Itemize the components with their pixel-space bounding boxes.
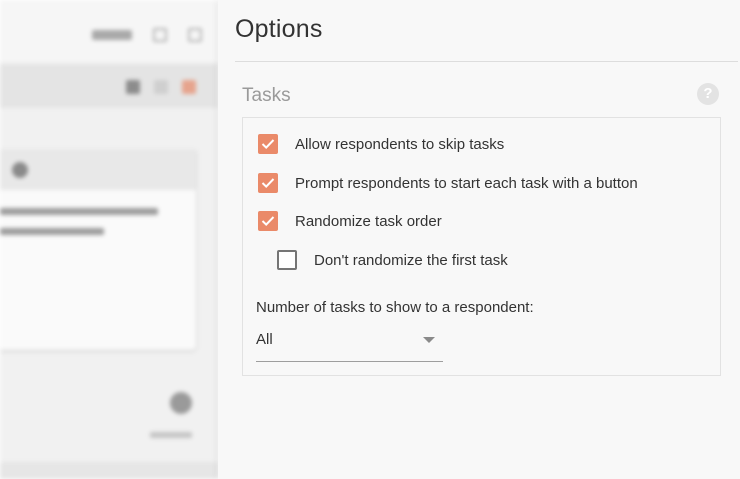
tasks-section-title: Tasks [242,85,291,106]
keep-first-task-option[interactable]: Don't randomize the first task [277,250,508,270]
randomize-order-checkbox[interactable] [258,211,278,231]
background-icon [153,28,167,42]
skip-tasks-label: Allow respondents to skip tasks [295,135,505,153]
background-round-button [170,392,192,414]
randomize-order-option[interactable]: Randomize task order [258,211,442,231]
task-count-select[interactable]: All [256,328,443,362]
background-text-line [0,208,158,215]
background-text-line [0,228,104,235]
checkmark-icon [261,178,275,189]
background-avatar [12,162,28,178]
randomize-order-label: Randomize task order [295,212,442,230]
task-count-label: Number of tasks to show to a respondent: [256,299,534,316]
background-card [0,150,196,350]
title-divider [235,61,738,62]
background-tool-icon [182,80,196,94]
help-circle-icon[interactable]: ? [697,83,719,105]
checkmark-icon [261,139,275,150]
options-title: Options [235,15,323,43]
background-caption [150,432,192,438]
prompt-start-label: Prompt respondents to start each task wi… [295,174,638,192]
keep-first-task-checkbox[interactable] [277,250,297,270]
background-button [92,30,132,40]
skip-tasks-checkbox[interactable] [258,134,278,154]
app-window: Options Tasks ? Allow respondents to ski… [0,0,740,479]
tasks-settings-box: Allow respondents to skip tasks Prompt r… [242,117,721,376]
background-footer [0,462,218,479]
background-tool-icon [154,80,168,94]
keep-first-task-label: Don't randomize the first task [314,251,508,269]
skip-tasks-option[interactable]: Allow respondents to skip tasks [258,134,504,154]
checkmark-icon [261,216,275,227]
prompt-start-option[interactable]: Prompt respondents to start each task wi… [258,173,638,193]
prompt-start-checkbox[interactable] [258,173,278,193]
chevron-down-icon [423,337,435,343]
background-card-header [0,150,196,190]
background-icon [188,28,202,42]
blurred-background-panel [0,0,218,479]
background-tool-icon [126,80,140,94]
options-panel: Options Tasks ? Allow respondents to ski… [218,0,740,479]
task-count-value: All [256,331,273,348]
